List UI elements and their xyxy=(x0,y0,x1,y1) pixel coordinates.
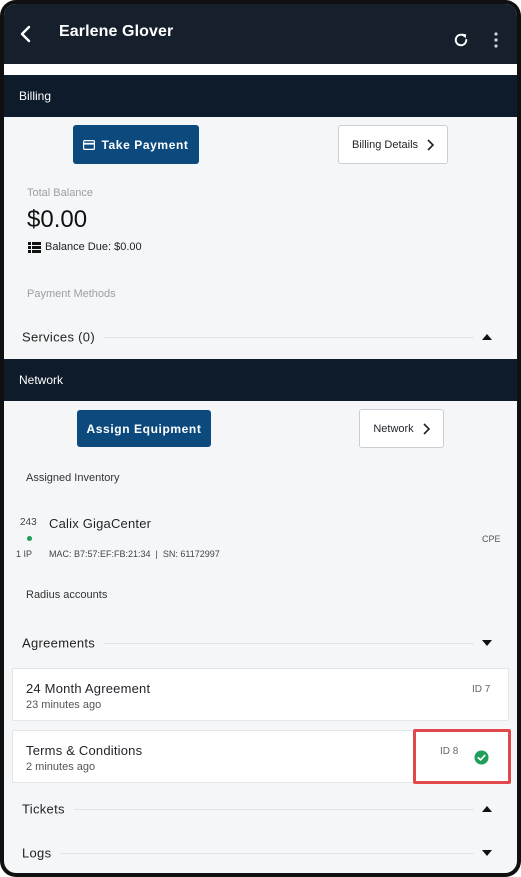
refresh-icon[interactable] xyxy=(452,31,470,49)
device-frame: Earlene Glover Billing Take Payment Bill… xyxy=(0,0,521,877)
app-screen: Earlene Glover Billing Take Payment Bill… xyxy=(4,4,517,873)
page-title: Earlene Glover xyxy=(59,23,174,40)
equipment-ip-count: 1 IP xyxy=(16,549,33,559)
balance-due: Balance Due: $0.00 xyxy=(28,241,142,253)
status-dot xyxy=(27,536,32,541)
network-label: Network xyxy=(373,422,414,435)
agreement-time: 2 minutes ago xyxy=(26,761,96,773)
list-icon xyxy=(28,241,41,253)
caret-down-icon[interactable] xyxy=(482,850,492,856)
assign-equipment-button[interactable]: Assign Equipment xyxy=(77,410,211,447)
network-section-header: Network xyxy=(4,359,517,401)
agreement-card[interactable]: 24 Month Agreement 23 minutes ago ID 7 xyxy=(12,668,509,721)
caret-down-icon[interactable] xyxy=(482,640,492,646)
services-collapse-row[interactable]: Services (0) xyxy=(22,327,502,347)
network-button[interactable]: Network xyxy=(359,409,444,448)
billing-section-header: Billing xyxy=(4,75,517,117)
highlight-box xyxy=(413,729,511,784)
network-section-title: Network xyxy=(19,373,64,387)
divider xyxy=(104,337,474,338)
equipment-details: MAC: B7:57:EF:FB:21:34 | SN: 61172997 xyxy=(49,549,220,559)
more-vertical-icon[interactable] xyxy=(493,32,499,48)
equipment-name: Calix GigaCenter xyxy=(49,516,152,531)
chevron-left-icon[interactable] xyxy=(14,22,38,46)
tickets-collapse-row[interactable]: Tickets xyxy=(22,799,502,819)
billing-details-label: Billing Details xyxy=(351,138,419,151)
take-payment-button[interactable]: Take Payment xyxy=(73,125,199,164)
header-spacer xyxy=(4,64,517,75)
agreements-label: Agreements xyxy=(22,635,96,651)
total-balance-label: Total Balance xyxy=(27,187,94,199)
chevron-right-icon xyxy=(423,422,430,435)
app-header: Earlene Glover xyxy=(4,4,517,64)
tickets-label: Tickets xyxy=(22,801,65,817)
take-payment-label: Take Payment xyxy=(101,137,189,152)
assigned-inventory-label: Assigned Inventory xyxy=(26,472,120,484)
agreements-collapse-row[interactable]: Agreements xyxy=(22,633,502,653)
agreement-id: ID 7 xyxy=(472,684,491,695)
agreement-time: 23 minutes ago xyxy=(26,699,102,711)
payment-methods-label: Payment Methods xyxy=(27,288,116,300)
caret-up-icon[interactable] xyxy=(482,806,492,812)
radius-accounts-label: Radius accounts xyxy=(26,589,108,601)
billing-details-button[interactable]: Billing Details xyxy=(338,125,448,164)
assign-equipment-label: Assign Equipment xyxy=(86,421,202,436)
total-balance-value: $0.00 xyxy=(27,206,88,233)
billing-section-title: Billing xyxy=(19,89,52,103)
agreement-name: Terms & Conditions xyxy=(26,743,143,758)
caret-up-icon[interactable] xyxy=(482,334,492,340)
divider xyxy=(104,643,474,644)
logs-collapse-row[interactable]: Logs xyxy=(22,843,502,863)
divider xyxy=(74,809,474,810)
divider xyxy=(60,853,474,854)
services-label: Services (0) xyxy=(22,329,95,345)
balance-due-text: Balance Due: $0.00 xyxy=(45,241,142,253)
credit-card-icon xyxy=(83,139,96,150)
equipment-number: 243 xyxy=(20,517,37,528)
chevron-right-icon xyxy=(427,138,435,151)
equipment-type: CPE xyxy=(482,534,501,544)
logs-label: Logs xyxy=(22,845,52,861)
agreement-name: 24 Month Agreement xyxy=(26,681,151,696)
